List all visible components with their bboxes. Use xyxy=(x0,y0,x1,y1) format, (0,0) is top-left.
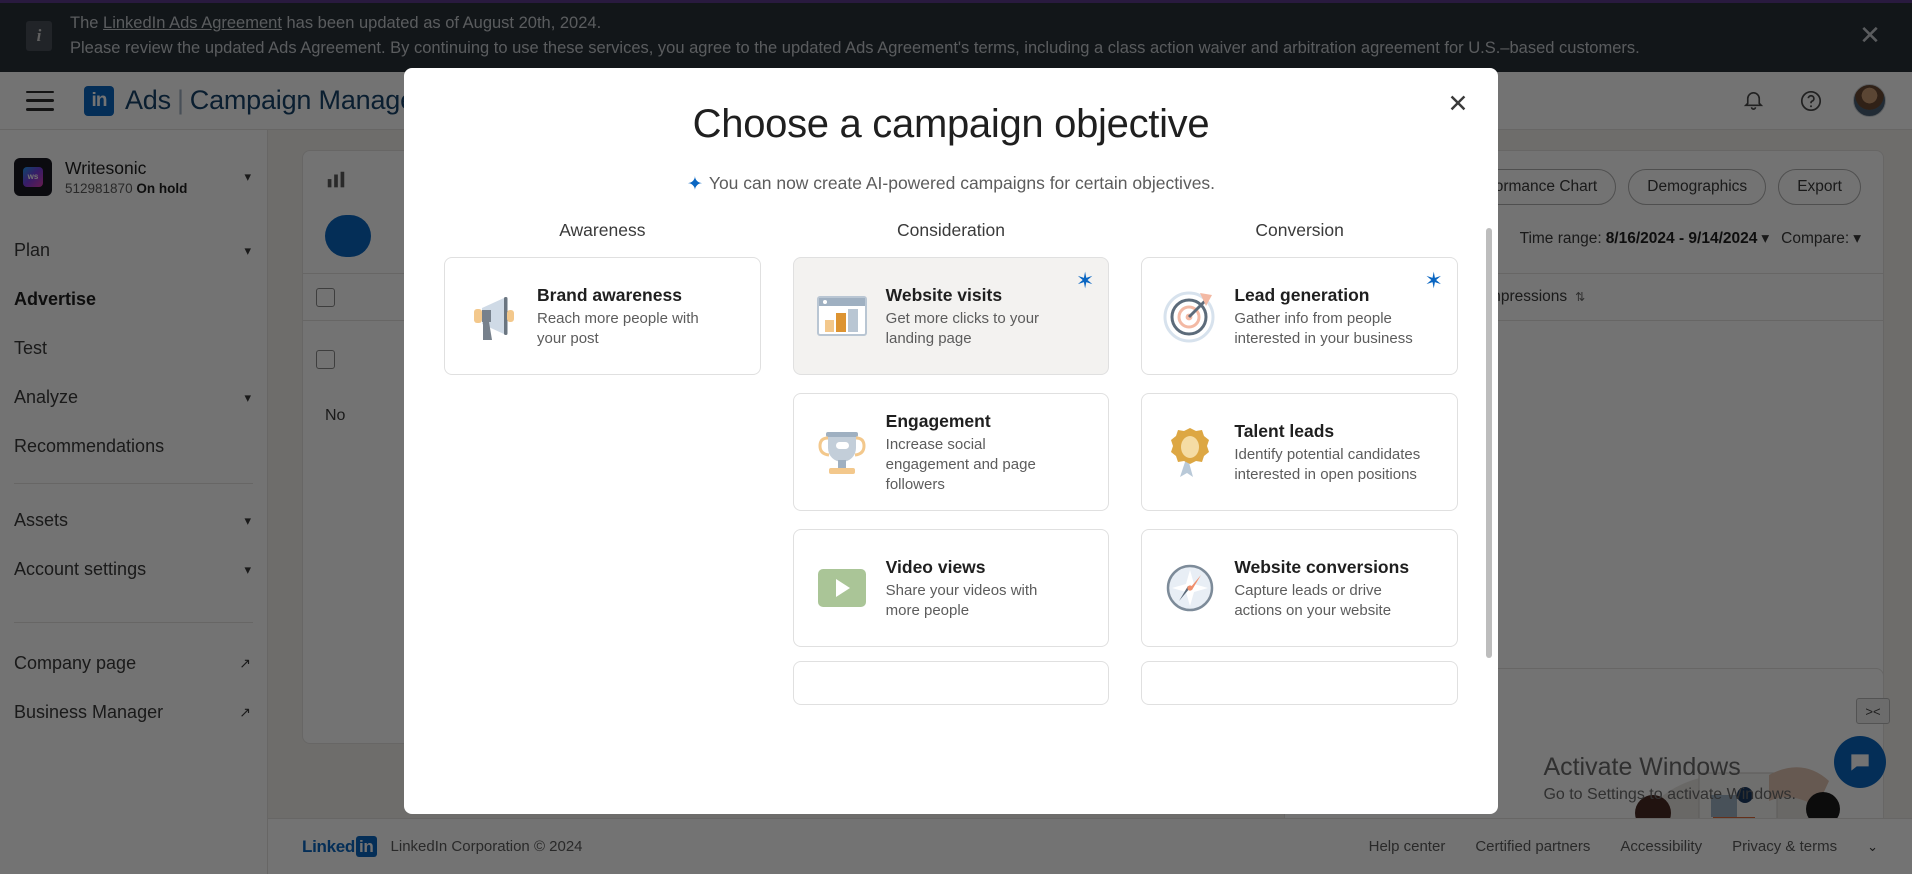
megaphone-icon xyxy=(463,288,523,344)
objective-card-next-consideration[interactable] xyxy=(792,661,1110,705)
sparkle-icon: ✦ xyxy=(686,174,703,195)
objective-title: Talent leads xyxy=(1234,420,1335,441)
ai-sparkle-badge-icon: ✶ xyxy=(1424,268,1443,293)
objective-title: Engagement xyxy=(885,410,991,431)
objective-card-engagement[interactable]: Engagement Increase social engagement an… xyxy=(792,393,1110,511)
objective-desc: Share your videos with more people xyxy=(885,581,1038,619)
ai-campaign-note: ✦ You can now create AI-powered campaigns… xyxy=(404,173,1498,196)
objective-card-website-conversions[interactable]: Website conversions Capture leads or dri… xyxy=(1141,529,1458,647)
objective-desc: Gather info from people interested in yo… xyxy=(1234,309,1413,347)
objective-card-brand-awareness[interactable]: Brand awareness Reach more people with y… xyxy=(444,257,761,375)
award-ribbon-icon xyxy=(1160,424,1220,480)
trophy-icon xyxy=(812,424,872,480)
objective-card-website-visits[interactable]: ✶ Website visits Get more clicks to your… xyxy=(792,257,1110,375)
column-consideration-partial xyxy=(777,661,1126,723)
ai-note-text: You can now create AI-powered campaigns … xyxy=(708,173,1216,193)
column-awareness: Awareness Brand awareness Reach more peo… xyxy=(428,220,777,665)
objective-title: Lead generation xyxy=(1234,284,1370,305)
column-conversion-partial xyxy=(1125,661,1474,723)
objective-title: Website visits xyxy=(885,284,1003,305)
objective-desc: Capture leads or drive actions on your w… xyxy=(1234,581,1392,619)
column-conversion: Conversion ✶ Lead generation Gather info… xyxy=(1125,220,1474,665)
objective-title: Brand awareness xyxy=(537,284,682,305)
play-icon xyxy=(812,560,872,616)
objective-title: Website conversions xyxy=(1234,556,1410,577)
campaign-objective-modal: ✕ Choose a campaign objective ✦ You can n… xyxy=(404,68,1498,814)
modal-scrollbar[interactable] xyxy=(1486,228,1492,658)
column-awareness-partial xyxy=(428,661,777,723)
objective-card-next-conversion[interactable] xyxy=(1141,661,1458,705)
objective-card-lead-generation[interactable]: ✶ Lead generation Gather info from peopl… xyxy=(1141,257,1458,375)
compass-icon xyxy=(1160,560,1220,616)
column-title: Conversion xyxy=(1255,220,1344,240)
objective-desc: Get more clicks to your landing page xyxy=(885,309,1040,347)
objective-desc: Identify potential candidates interested… xyxy=(1234,445,1421,483)
ai-sparkle-badge-icon: ✶ xyxy=(1075,268,1095,293)
objective-desc: Increase social engagement and page foll… xyxy=(885,435,1036,493)
objective-card-talent-leads[interactable]: Talent leads Identify potential candidat… xyxy=(1141,393,1458,511)
column-title: Awareness xyxy=(559,220,646,240)
browser-chart-icon xyxy=(812,288,872,344)
objective-columns: Awareness Brand awareness Reach more peo… xyxy=(404,220,1498,665)
objective-title: Video views xyxy=(885,556,986,577)
modal-title: Choose a campaign objective xyxy=(692,102,1210,146)
objective-card-video-views[interactable]: Video views Share your videos with more … xyxy=(792,529,1110,647)
column-consideration: Consideration ✶ Website visits Get more … xyxy=(777,220,1126,665)
objective-desc: Reach more people with your post xyxy=(537,309,699,347)
modal-close-icon[interactable]: ✕ xyxy=(1440,86,1476,122)
column-title: Consideration xyxy=(896,220,1005,240)
target-dart-icon xyxy=(1160,288,1220,344)
objective-columns-partial xyxy=(404,661,1498,723)
